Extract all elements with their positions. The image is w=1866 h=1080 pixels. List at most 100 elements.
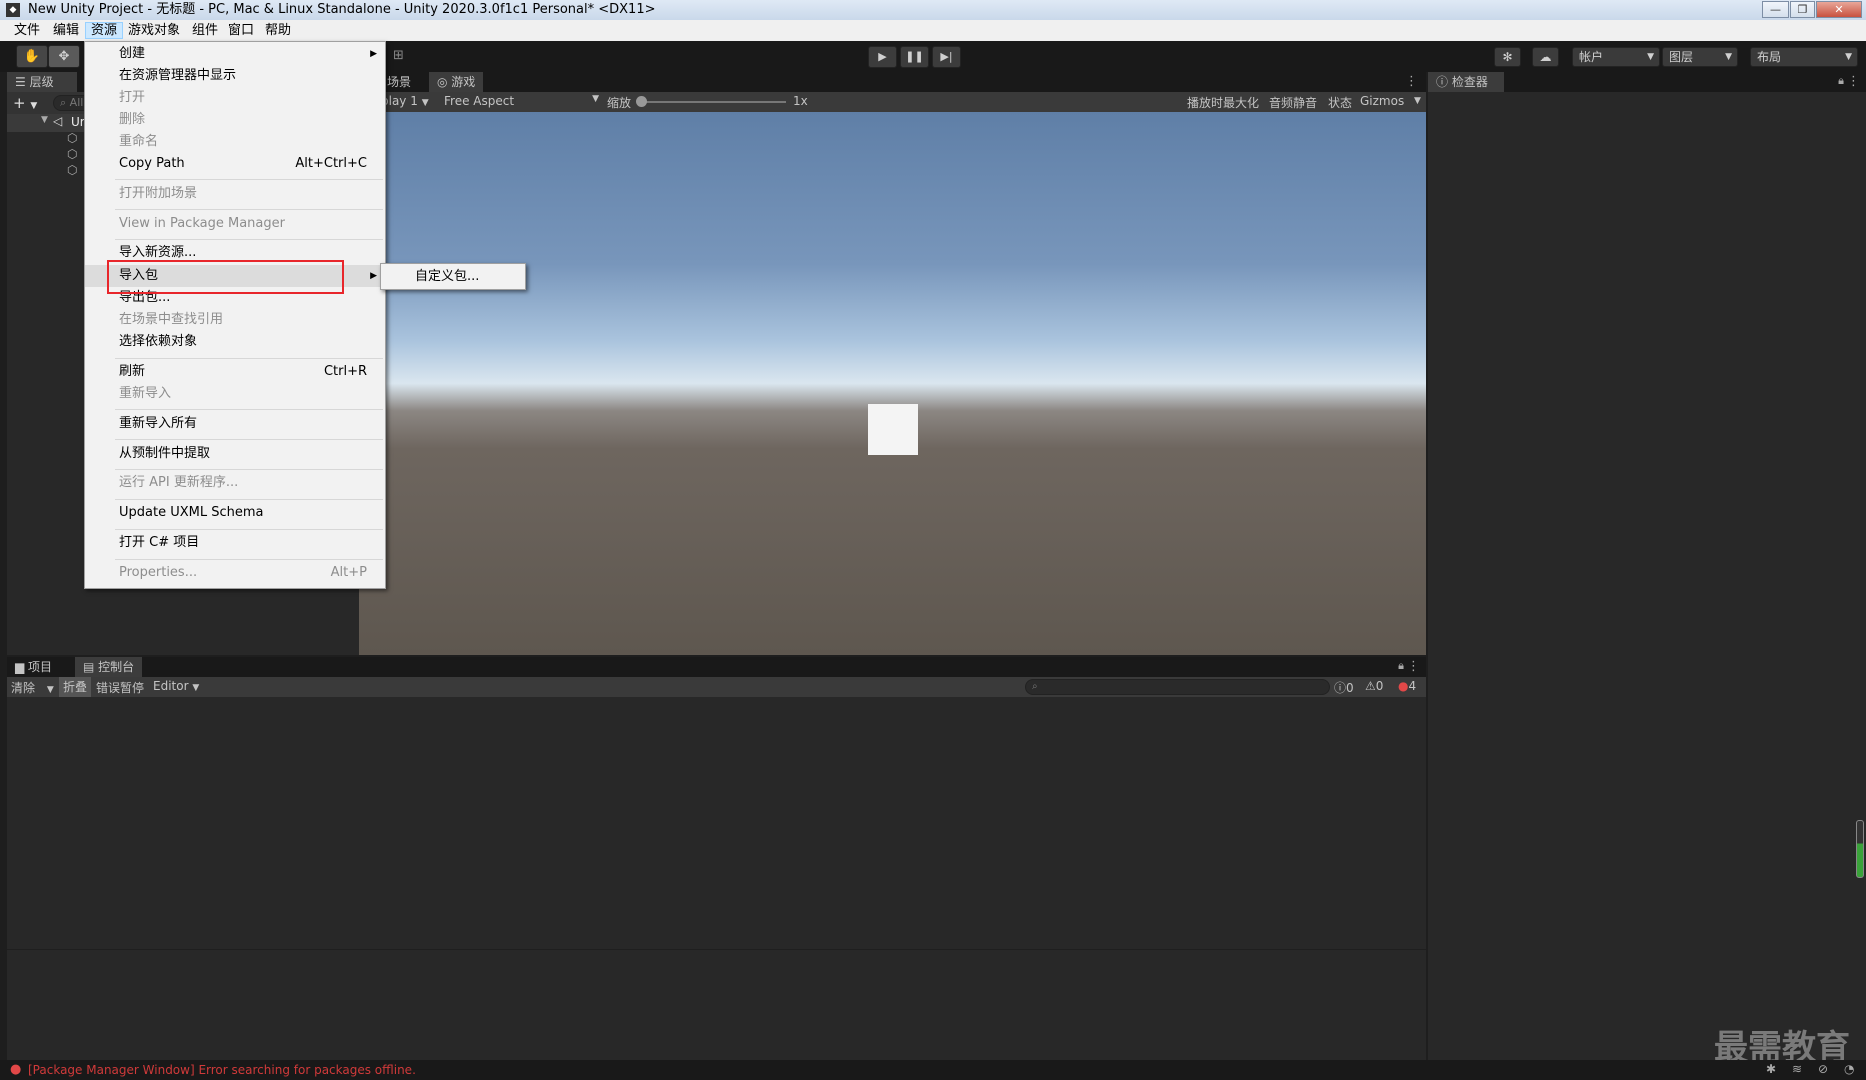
close-button[interactable]: ✕ [1816,1,1862,18]
lock-icon[interactable]: 🔒︎ [1398,659,1404,673]
menu-help[interactable]: 帮助 [260,22,296,39]
menu-window[interactable]: 窗口 [223,22,259,39]
scale-slider[interactable] [641,101,786,103]
menu-item-view-in-package-manager[interactable]: View in Package Manager [85,213,385,235]
layout-dropdown[interactable]: 布局 ▼ [1750,47,1858,67]
network-icon[interactable]: ⊘ [1818,1062,1828,1076]
grid-snap-icon[interactable]: ⊞ [393,48,404,63]
info-count[interactable]: ⓘ0 [1334,679,1354,696]
gizmos-button[interactable]: Gizmos [1360,94,1404,108]
scale-slider-handle[interactable] [636,96,647,107]
tab-project[interactable]: ▆ 项目 [7,657,60,677]
play-button[interactable]: ▶ [868,46,897,68]
collapse-button[interactable]: 折叠 [59,677,92,697]
menu-item-delete[interactable]: 删除 [85,109,385,131]
move-tool-icon[interactable]: ✥ [48,45,80,68]
aspect-dropdown[interactable]: Free Aspect ▼ [444,94,599,108]
menu-item-shortcut: Ctrl+R [323,364,367,379]
menu-item-select-dependencies[interactable]: 选择依赖对象 [85,331,385,353]
account-dropdown[interactable]: 帐户 ▼ [1572,47,1660,67]
cube-icon[interactable]: ⬡ [67,146,77,162]
menu-item-rename[interactable]: 重命名 [85,131,385,153]
scale-label: 缩放 [607,96,632,110]
menu-component[interactable]: 组件 [187,22,223,39]
menu-gameobject[interactable]: 游戏对象 [123,22,185,39]
menu-item-show-in-explorer[interactable]: 在资源管理器中显示 [85,65,385,87]
menu-item-label: 打开 [119,90,146,105]
game-view[interactable] [359,112,1426,655]
tab-inspector[interactable]: ⓘ 检查器 [1428,72,1504,92]
menu-item-label: Properties... [119,565,198,580]
warning-icon: ⚠ [1365,679,1376,693]
menu-item-extract-from-prefab[interactable]: 从预制件中提取 [85,443,385,465]
menu-assets[interactable]: 资源 [85,22,124,39]
progress-icon[interactable]: ◔ [1844,1062,1854,1076]
menu-item-label: 重命名 [119,134,159,149]
menu-item-label: Copy Path [119,156,185,171]
maximize-button[interactable]: ❐ [1790,1,1815,18]
tab-hierarchy[interactable]: ☰ 层级 [7,72,77,92]
mute-audio-button[interactable]: 音频静音 [1269,94,1317,111]
menu-item-open-additive-scene[interactable]: 打开附加场景 [85,183,385,205]
menu-item-find-references[interactable]: 在场景中查找引用 [85,309,385,331]
clear-label: 清除 [11,681,36,695]
menu-file[interactable]: 文件 [9,22,45,39]
step-button[interactable]: ▶| [932,46,961,68]
error-icon: ● [10,1062,22,1077]
menu-item-refresh[interactable]: 刷新 Ctrl+R [85,361,385,383]
collab-icon[interactable]: ✻ [1494,47,1521,67]
chevron-right-icon: ▶ [370,271,377,281]
more-options-icon[interactable]: ⋮ [1405,74,1418,89]
stats-button[interactable]: 状态 [1328,94,1352,111]
tab-console[interactable]: ▤ 控制台 [75,657,143,677]
tab-game[interactable]: ◎ 游戏 [429,72,484,92]
menu-item-custom-package[interactable]: 自定义包... [415,269,479,284]
menu-edit[interactable]: 编辑 [48,22,84,39]
volume-meter [1856,820,1864,878]
layout-label: 布局 [1757,50,1782,64]
pause-button[interactable]: ❚❚ [900,46,929,68]
lock-icon[interactable]: 🔒︎ [1838,74,1844,88]
bug-icon[interactable]: ✱ [1766,1062,1776,1076]
warning-count[interactable]: ⚠0 [1365,679,1383,693]
menu-item-reimport-all[interactable]: 重新导入所有 [85,413,385,435]
chevron-down-icon[interactable]: ▼ [1414,96,1421,106]
cube-icon[interactable]: ⬡ [67,162,77,178]
status-error-message[interactable]: [Package Manager Window] Error searching… [28,1063,416,1077]
menu-item-open[interactable]: 打开 [85,87,385,109]
info-count-value: 0 [1346,681,1354,695]
menu-item-label: 导入新资源... [119,245,197,260]
layers-dropdown[interactable]: 图层 ▼ [1662,47,1738,67]
menu-item-update-uxml-schema[interactable]: Update UXML Schema [85,502,385,524]
menu-bar: 文件 编辑 资源 游戏对象 组件 窗口 帮助 [0,20,1866,41]
more-options-icon[interactable]: ⋮ [1407,659,1420,674]
import-package-submenu: 自定义包... [380,263,526,290]
minimize-button[interactable]: — [1762,1,1789,18]
menu-item-copy-path[interactable]: Copy Path Alt+Ctrl+C [85,153,385,175]
menu-item-run-api-updater[interactable]: 运行 API 更新程序... [85,472,385,494]
scale-value: 1x [793,94,808,108]
menu-separator [115,209,383,210]
error-count[interactable]: ●4 [1398,679,1416,693]
editor-dropdown[interactable]: Editor ▼ [153,679,199,693]
display-dropdown[interactable]: play 1 ▼ [381,94,429,108]
hand-tool-icon[interactable]: ✋ [16,45,48,68]
layers-label: 图层 [1669,50,1694,64]
error-pause-button[interactable]: 错误暂停 [96,679,144,696]
add-button[interactable]: + ▼ [13,94,37,112]
console-search-input[interactable]: ⌕ [1025,679,1330,695]
clear-dropdown[interactable]: 清除 ▼ [11,679,54,696]
more-options-icon[interactable]: ⋮ [1847,74,1860,89]
maximize-on-play-button[interactable]: 播放时最大化 [1187,94,1259,111]
folder-icon: ▆ [15,660,29,674]
cloud-icon[interactable]: ☁ [1532,47,1559,67]
menu-item-properties[interactable]: Properties... Alt+P [85,562,385,584]
menu-item-reimport[interactable]: 重新导入 [85,383,385,405]
menu-separator [115,239,383,240]
cube-icon[interactable]: ⬡ [67,130,77,146]
menu-item-create[interactable]: 创建 ▶ [85,43,385,65]
assets-menu: 创建 ▶ 在资源管理器中显示 打开 删除 重命名 Copy Path Alt+Ctr… [84,41,386,589]
cache-icon[interactable]: ≋ [1792,1062,1802,1076]
hierarchy-objects: ⬡ ⬡ ⬡ [67,130,77,178]
menu-item-open-csharp-project[interactable]: 打开 C# 项目 [85,532,385,554]
